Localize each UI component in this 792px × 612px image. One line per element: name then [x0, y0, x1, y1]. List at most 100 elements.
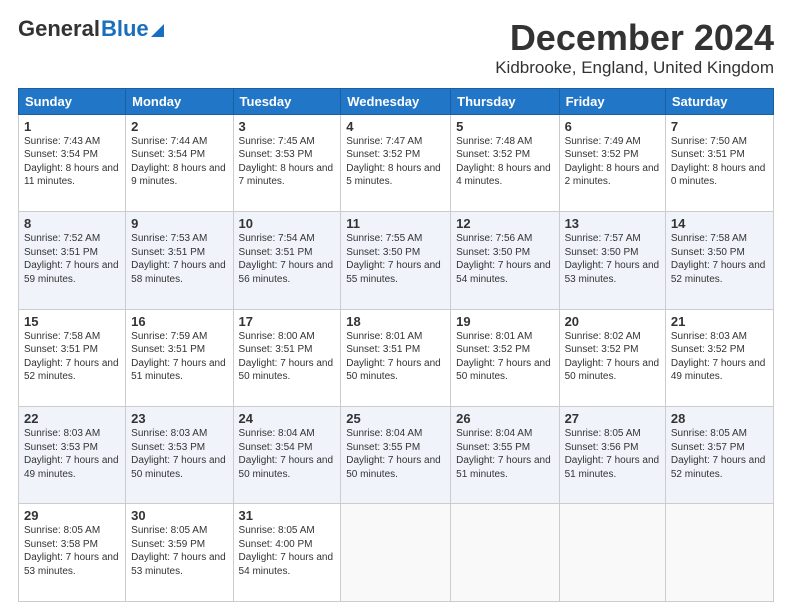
day-number: 31 [239, 508, 336, 523]
calendar-cell: 14Sunrise: 7:58 AMSunset: 3:50 PMDayligh… [665, 212, 773, 309]
day-of-week-saturday: Saturday [665, 88, 773, 114]
day-number: 13 [565, 216, 660, 231]
calendar-cell: 2Sunrise: 7:44 AMSunset: 3:54 PMDaylight… [126, 114, 233, 211]
day-info: Sunrise: 8:04 AMSunset: 3:55 PMDaylight:… [456, 427, 553, 481]
logo-general: General [18, 18, 100, 40]
day-number: 15 [24, 314, 120, 329]
day-info: Sunrise: 7:58 AMSunset: 3:51 PMDaylight:… [24, 330, 120, 384]
calendar-cell: 6Sunrise: 7:49 AMSunset: 3:52 PMDaylight… [559, 114, 665, 211]
day-number: 25 [346, 411, 445, 426]
day-info: Sunrise: 7:58 AMSunset: 3:50 PMDaylight:… [671, 232, 768, 286]
page: General Blue December 2024 Kidbrooke, En… [0, 0, 792, 612]
main-title: December 2024 [495, 18, 774, 58]
day-info: Sunrise: 7:59 AMSunset: 3:51 PMDaylight:… [131, 330, 227, 384]
day-number: 7 [671, 119, 768, 134]
day-info: Sunrise: 7:55 AMSunset: 3:50 PMDaylight:… [346, 232, 445, 286]
day-info: Sunrise: 8:05 AMSunset: 4:00 PMDaylight:… [239, 524, 336, 578]
day-number: 26 [456, 411, 553, 426]
calendar-cell: 15Sunrise: 7:58 AMSunset: 3:51 PMDayligh… [19, 309, 126, 406]
day-number: 1 [24, 119, 120, 134]
day-number: 9 [131, 216, 227, 231]
logo-triangle-icon [151, 24, 164, 37]
day-info: Sunrise: 8:04 AMSunset: 3:55 PMDaylight:… [346, 427, 445, 481]
day-info: Sunrise: 8:01 AMSunset: 3:51 PMDaylight:… [346, 330, 445, 384]
day-number: 10 [239, 216, 336, 231]
day-number: 3 [239, 119, 336, 134]
day-number: 4 [346, 119, 445, 134]
day-number: 8 [24, 216, 120, 231]
calendar-cell: 31Sunrise: 8:05 AMSunset: 4:00 PMDayligh… [233, 504, 341, 602]
calendar-cell: 24Sunrise: 8:04 AMSunset: 3:54 PMDayligh… [233, 407, 341, 504]
day-number: 12 [456, 216, 553, 231]
calendar-cell: 29Sunrise: 8:05 AMSunset: 3:58 PMDayligh… [19, 504, 126, 602]
day-number: 5 [456, 119, 553, 134]
calendar-cell: 18Sunrise: 8:01 AMSunset: 3:51 PMDayligh… [341, 309, 451, 406]
calendar-body: 1Sunrise: 7:43 AMSunset: 3:54 PMDaylight… [19, 114, 774, 601]
day-info: Sunrise: 8:01 AMSunset: 3:52 PMDaylight:… [456, 330, 553, 384]
day-info: Sunrise: 8:05 AMSunset: 3:56 PMDaylight:… [565, 427, 660, 481]
day-number: 19 [456, 314, 553, 329]
calendar-cell: 13Sunrise: 7:57 AMSunset: 3:50 PMDayligh… [559, 212, 665, 309]
calendar-cell: 4Sunrise: 7:47 AMSunset: 3:52 PMDaylight… [341, 114, 451, 211]
day-info: Sunrise: 8:05 AMSunset: 3:58 PMDaylight:… [24, 524, 120, 578]
day-info: Sunrise: 8:02 AMSunset: 3:52 PMDaylight:… [565, 330, 660, 384]
day-number: 28 [671, 411, 768, 426]
day-info: Sunrise: 7:44 AMSunset: 3:54 PMDaylight:… [131, 135, 227, 189]
calendar-cell [665, 504, 773, 602]
calendar-cell: 22Sunrise: 8:03 AMSunset: 3:53 PMDayligh… [19, 407, 126, 504]
day-info: Sunrise: 7:54 AMSunset: 3:51 PMDaylight:… [239, 232, 336, 286]
day-number: 2 [131, 119, 227, 134]
day-info: Sunrise: 7:45 AMSunset: 3:53 PMDaylight:… [239, 135, 336, 189]
calendar-week-5: 29Sunrise: 8:05 AMSunset: 3:58 PMDayligh… [19, 504, 774, 602]
day-number: 27 [565, 411, 660, 426]
day-info: Sunrise: 8:03 AMSunset: 3:52 PMDaylight:… [671, 330, 768, 384]
calendar-cell: 3Sunrise: 7:45 AMSunset: 3:53 PMDaylight… [233, 114, 341, 211]
day-of-week-monday: Monday [126, 88, 233, 114]
calendar-cell: 30Sunrise: 8:05 AMSunset: 3:59 PMDayligh… [126, 504, 233, 602]
day-of-week-tuesday: Tuesday [233, 88, 341, 114]
day-number: 20 [565, 314, 660, 329]
day-number: 11 [346, 216, 445, 231]
calendar-table: SundayMondayTuesdayWednesdayThursdayFrid… [18, 88, 774, 602]
day-of-week-wednesday: Wednesday [341, 88, 451, 114]
day-number: 14 [671, 216, 768, 231]
day-number: 18 [346, 314, 445, 329]
calendar-cell: 7Sunrise: 7:50 AMSunset: 3:51 PMDaylight… [665, 114, 773, 211]
day-number: 6 [565, 119, 660, 134]
day-of-week-friday: Friday [559, 88, 665, 114]
day-info: Sunrise: 7:53 AMSunset: 3:51 PMDaylight:… [131, 232, 227, 286]
day-info: Sunrise: 7:48 AMSunset: 3:52 PMDaylight:… [456, 135, 553, 189]
calendar-week-4: 22 Sunrise: 8:03 AMSunset: 3:53 PMDayligh… [19, 407, 774, 504]
subtitle: Kidbrooke, England, United Kingdom [495, 58, 774, 78]
day-number: 22 [24, 411, 120, 426]
day-number: 16 [131, 314, 227, 329]
calendar-week-3: 15Sunrise: 7:58 AMSunset: 3:51 PMDayligh… [19, 309, 774, 406]
day-info: Sunrise: 7:56 AMSunset: 3:50 PMDaylight:… [456, 232, 553, 286]
title-area: December 2024 Kidbrooke, England, United… [495, 18, 774, 78]
day-number: 24 [239, 411, 336, 426]
calendar-cell: 16Sunrise: 7:59 AMSunset: 3:51 PMDayligh… [126, 309, 233, 406]
calendar-cell: 12Sunrise: 7:56 AMSunset: 3:50 PMDayligh… [451, 212, 559, 309]
calendar-cell: 26Sunrise: 8:04 AMSunset: 3:55 PMDayligh… [451, 407, 559, 504]
calendar-cell: 25Sunrise: 8:04 AMSunset: 3:55 PMDayligh… [341, 407, 451, 504]
day-info: Sunrise: 8:05 AMSunset: 3:57 PMDaylight:… [671, 427, 768, 481]
calendar-week-1: 1Sunrise: 7:43 AMSunset: 3:54 PMDaylight… [19, 114, 774, 211]
day-of-week-sunday: Sunday [19, 88, 126, 114]
days-of-week-row: SundayMondayTuesdayWednesdayThursdayFrid… [19, 88, 774, 114]
day-number: 21 [671, 314, 768, 329]
day-info: Sunrise: 7:47 AMSunset: 3:52 PMDaylight:… [346, 135, 445, 189]
day-info: Sunrise: 7:50 AMSunset: 3:51 PMDaylight:… [671, 135, 768, 189]
calendar-cell: 8Sunrise: 7:52 AMSunset: 3:51 PMDaylight… [19, 212, 126, 309]
day-info: Sunrise: 8:03 AMSunset: 3:53 PMDaylight:… [131, 427, 227, 481]
calendar-cell: 20Sunrise: 8:02 AMSunset: 3:52 PMDayligh… [559, 309, 665, 406]
logo-blue-text: Blue [101, 18, 149, 40]
day-info: Sunrise: 8:05 AMSunset: 3:59 PMDaylight:… [131, 524, 227, 578]
day-info: Sunrise: 7:57 AMSunset: 3:50 PMDaylight:… [565, 232, 660, 286]
calendar-cell [451, 504, 559, 602]
calendar-cell: 28Sunrise: 8:05 AMSunset: 3:57 PMDayligh… [665, 407, 773, 504]
calendar-cell: 10Sunrise: 7:54 AMSunset: 3:51 PMDayligh… [233, 212, 341, 309]
calendar-cell: 21Sunrise: 8:03 AMSunset: 3:52 PMDayligh… [665, 309, 773, 406]
calendar-cell: 9Sunrise: 7:53 AMSunset: 3:51 PMDaylight… [126, 212, 233, 309]
calendar-cell: 5Sunrise: 7:48 AMSunset: 3:52 PMDaylight… [451, 114, 559, 211]
day-number: 29 [24, 508, 120, 523]
